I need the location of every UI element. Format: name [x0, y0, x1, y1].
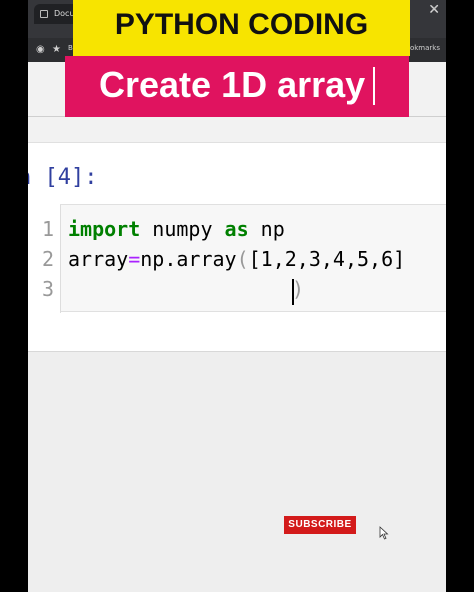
keyword: import — [68, 217, 141, 241]
code-editor[interactable]: 1 2 3 import numpy as np array=np.array(… — [42, 204, 446, 313]
subscribe-button[interactable]: SUBSCRIBE — [284, 516, 356, 534]
code-text: numpy — [140, 217, 225, 241]
star-icon[interactable]: ★ — [52, 44, 61, 55]
line-number: 3 — [41, 277, 54, 301]
operator: = — [128, 247, 141, 271]
mouse-pointer-icon — [379, 526, 389, 540]
headline-banner: PYTHON CODING — [73, 0, 410, 56]
line-gutter — [60, 205, 61, 313]
code-text: [1,2,3,4,5,6] — [248, 247, 406, 271]
banner-caret — [373, 67, 375, 105]
chrome-logo-icon: ◉ — [36, 44, 45, 55]
line-number: 2 — [41, 247, 54, 271]
paren: ( — [236, 247, 249, 271]
code-line-2: array=np.array([1,2,3,4,5,6] — [68, 247, 405, 271]
cell-prompt: n [4]: — [28, 165, 98, 190]
notebook-empty-area — [28, 351, 446, 592]
close-icon[interactable]: ✕ — [430, 4, 468, 15]
text-cursor — [292, 279, 294, 305]
line-number: 1 — [41, 217, 54, 241]
headline-text: PYTHON CODING — [114, 8, 369, 41]
subtitle-banner: Create 1D array — [65, 56, 409, 117]
subtitle-text: Create 1D array — [99, 64, 366, 105]
code-text: np — [248, 217, 285, 241]
keyword: as — [224, 217, 249, 241]
code-line-1: import numpy as np — [68, 217, 285, 241]
code-text: np.array — [140, 247, 237, 271]
document-icon — [40, 10, 48, 18]
bookmarks-link[interactable]: ookmarks — [406, 44, 440, 52]
code-text: array — [68, 247, 129, 271]
